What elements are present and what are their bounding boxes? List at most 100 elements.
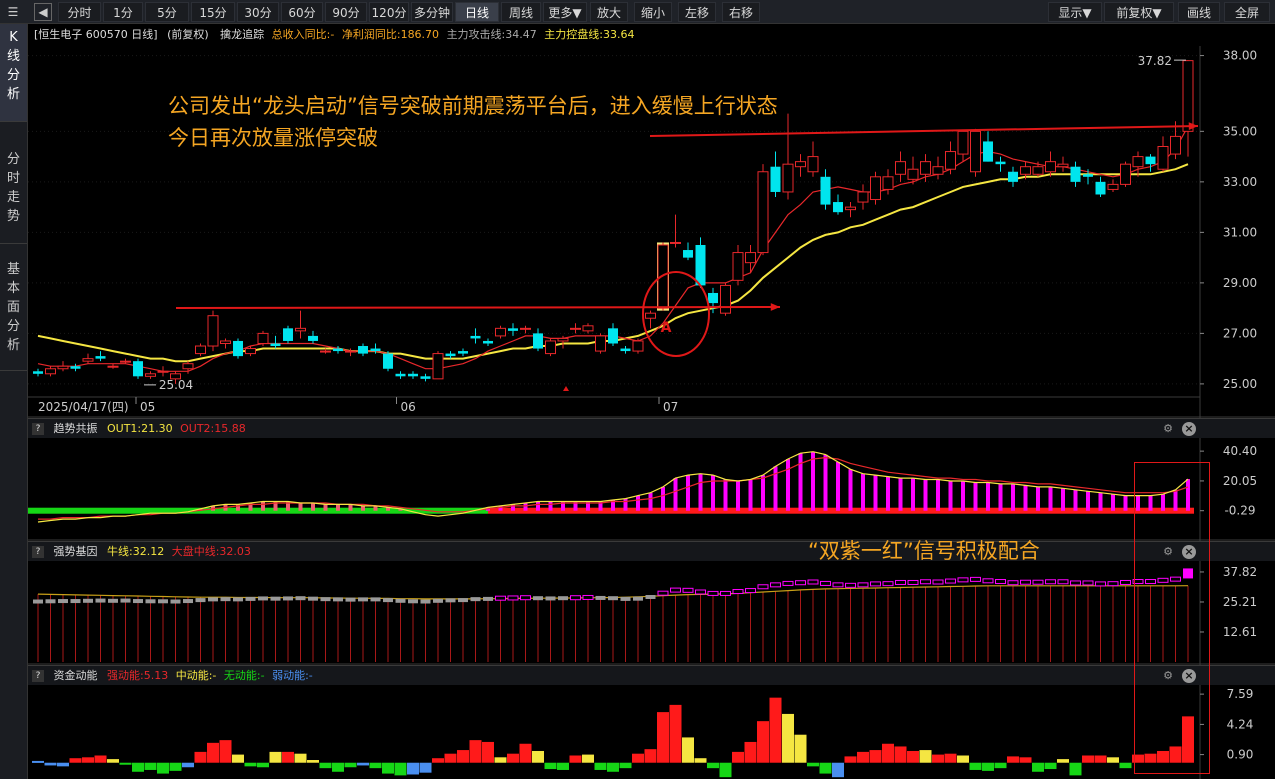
y-tick-label: 35.00 — [1223, 124, 1257, 138]
fund-bar — [594, 762, 607, 770]
fund-bar — [707, 762, 719, 769]
trend-bar — [911, 478, 915, 511]
trend-bar — [336, 504, 340, 511]
bull-block — [270, 596, 281, 601]
candle-body — [570, 327, 581, 330]
fund-bar — [682, 737, 694, 763]
candle-body — [520, 327, 531, 330]
trend-bar — [961, 481, 965, 511]
candle-body — [420, 376, 431, 379]
candle-body — [1170, 135, 1181, 155]
bull-block — [333, 597, 343, 602]
fund-bar — [782, 713, 794, 763]
bull-block — [957, 577, 969, 583]
trend-bar — [648, 492, 653, 511]
y-tick-label: 40.40 — [1223, 444, 1257, 458]
bull-block — [995, 579, 1006, 585]
fund-bar — [644, 749, 657, 763]
candle-body — [545, 340, 556, 355]
candle-body — [432, 353, 444, 380]
trend-bar — [1073, 489, 1078, 511]
trend-bar — [698, 473, 703, 511]
bull-block — [233, 597, 243, 602]
fund-bar — [1044, 762, 1057, 770]
fund-bar — [532, 750, 544, 763]
fund-bar — [419, 762, 432, 773]
bull-block — [1120, 579, 1131, 585]
platform-arrow — [175, 306, 781, 309]
candle-body — [82, 358, 94, 362]
y-tick-label: 31.00 — [1223, 225, 1257, 239]
trend-bar — [936, 479, 940, 511]
help-icon[interactable]: ? — [32, 423, 44, 435]
bull-block — [345, 597, 356, 602]
candle-body — [870, 176, 881, 201]
candle-body — [458, 351, 468, 354]
candle-body — [358, 346, 368, 354]
trend-bar — [786, 459, 790, 511]
annotation-limit-up: 今日再次放量涨停突破 — [168, 126, 378, 150]
control-line-value: 主力控盘线:33.64 — [544, 28, 635, 41]
fund-bar — [282, 751, 294, 763]
bull-block — [95, 598, 106, 603]
trend-bar — [873, 475, 878, 511]
trend-bar — [536, 501, 540, 511]
candle-body — [270, 343, 281, 347]
fund-bar — [44, 762, 57, 766]
y-tick-label: 20.05 — [1223, 474, 1257, 488]
trend-bar — [323, 504, 328, 511]
y-tick-label: 29.00 — [1223, 276, 1257, 290]
fund-bar — [857, 751, 869, 763]
y-tick-label: 7.59 — [1227, 687, 1254, 701]
candle-body — [833, 202, 843, 213]
trend-bar — [361, 505, 365, 511]
fund-bar — [1007, 756, 1019, 763]
candle-body — [157, 370, 169, 373]
trend-bar — [1023, 485, 1028, 511]
trend-out2: OUT2:15.88 — [180, 422, 246, 435]
trend-bar — [723, 479, 728, 511]
candle-body — [683, 250, 693, 258]
bull-block — [133, 599, 143, 604]
fund-bar — [719, 762, 732, 778]
candle-body — [970, 130, 981, 173]
candle-body — [308, 335, 318, 341]
help-icon[interactable]: ? — [32, 546, 44, 558]
dragon-signal-icon: A — [661, 320, 672, 336]
trend-panel-area — [28, 451, 1194, 523]
candle-body — [1045, 161, 1056, 173]
bull-block — [58, 599, 68, 604]
platform-arrow-head — [770, 303, 780, 311]
help-icon[interactable]: ? — [32, 670, 44, 682]
fund-bar — [444, 753, 457, 763]
fund-bar — [582, 754, 594, 763]
candle-body — [320, 350, 331, 353]
bull-block — [470, 597, 481, 602]
bull-block — [720, 590, 731, 596]
bull-block — [1095, 581, 1106, 587]
fund-bar — [957, 755, 969, 763]
trend-out1: OUT1:21.30 — [107, 422, 173, 435]
candle-body — [70, 366, 81, 369]
candle-body — [283, 328, 293, 341]
gear-icon[interactable]: ⚙ — [1161, 422, 1175, 436]
candle-body — [1057, 163, 1069, 168]
bull-block — [945, 578, 956, 584]
bull-block — [195, 598, 206, 603]
trend-bar — [311, 502, 315, 511]
bull-block — [1007, 580, 1019, 586]
candle-body — [557, 337, 569, 342]
fund-weak: 弱动能:- — [272, 669, 313, 682]
candle-body — [370, 348, 381, 352]
close-icon[interactable]: × — [1182, 422, 1196, 436]
bull-block — [845, 582, 856, 588]
bull-block — [707, 590, 719, 596]
y-tick-label: 25.21 — [1223, 595, 1257, 609]
signal-highlight-box — [1134, 462, 1210, 774]
fund-bar — [257, 762, 269, 768]
trend-bar — [986, 482, 990, 511]
fund-panel-area — [32, 697, 1194, 778]
trend-bar — [1098, 492, 1103, 511]
indicator-name: 擒龙追踪 — [220, 28, 265, 41]
candle-body — [995, 161, 1006, 165]
